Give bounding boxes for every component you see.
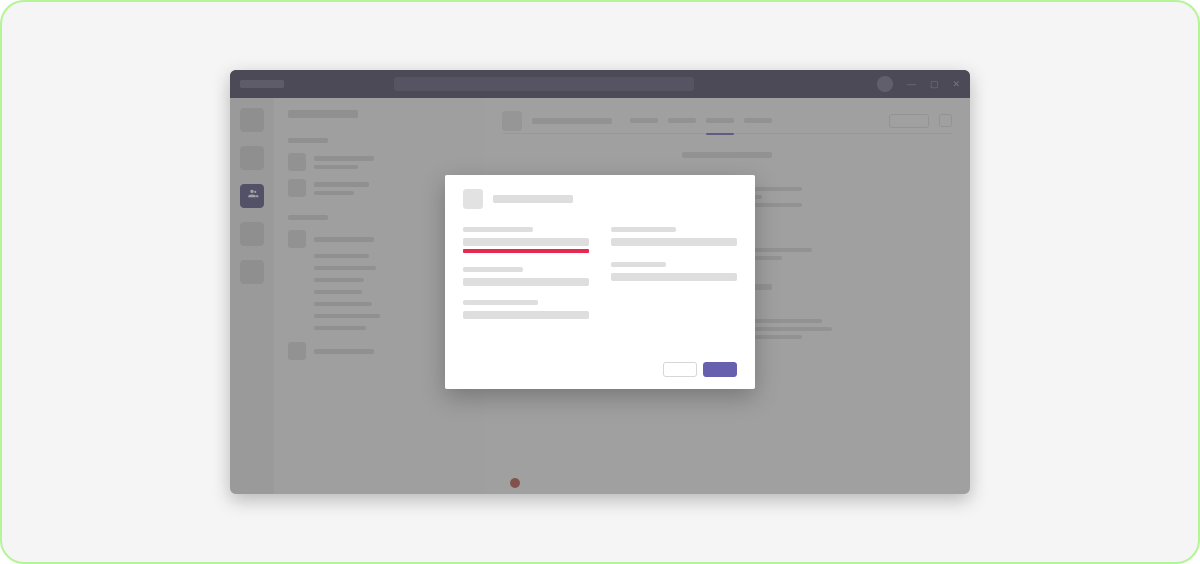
field-error-highlight <box>463 249 589 253</box>
confirm-button[interactable] <box>703 362 737 377</box>
field-label <box>463 227 533 232</box>
text-input[interactable] <box>463 238 589 246</box>
text-input[interactable] <box>611 273 737 281</box>
text-input[interactable] <box>463 278 589 286</box>
field-label <box>611 227 676 232</box>
outer-frame: — ▢ ✕ <box>0 0 1200 564</box>
field-label <box>463 267 523 272</box>
app-window: — ▢ ✕ <box>230 70 970 494</box>
cancel-button[interactable] <box>663 362 697 377</box>
dialog-icon <box>463 189 483 209</box>
field-label <box>463 300 538 305</box>
text-input[interactable] <box>463 311 589 319</box>
field-label <box>611 262 666 267</box>
dialog-title <box>493 195 573 203</box>
dialog <box>445 175 755 389</box>
text-input[interactable] <box>611 238 737 246</box>
